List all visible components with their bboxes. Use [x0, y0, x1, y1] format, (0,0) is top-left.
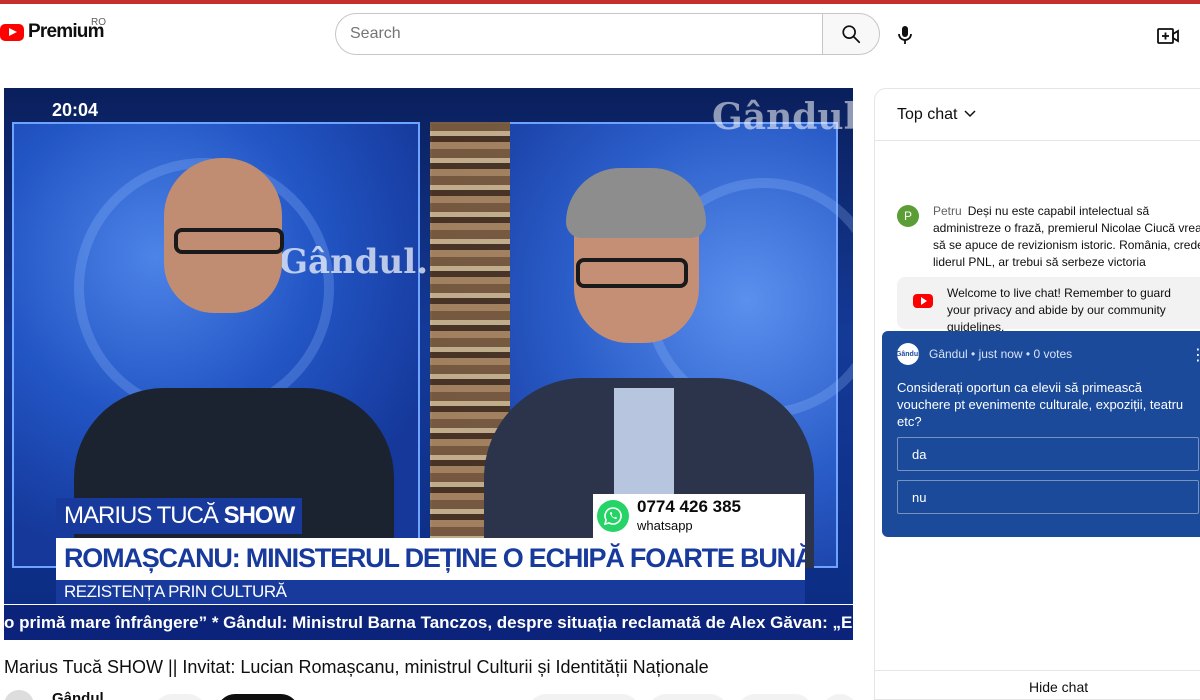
message-body: Petru Deși nu este capabil intelectual să…	[933, 203, 1200, 271]
chat-header: Top chat	[875, 89, 1200, 141]
lower-third-headline: ROMAȘCANU: MINISTERUL DEȚINE O ECHIPĂ FO…	[56, 538, 805, 580]
country-code: RO	[91, 17, 106, 28]
guest-glasses	[576, 258, 688, 288]
channel-avatar[interactable]	[4, 690, 34, 700]
poll-option-nu[interactable]: nu	[897, 480, 1199, 514]
chat-mode-label: Top chat	[897, 106, 958, 123]
more-actions-button[interactable]	[822, 694, 858, 700]
contact-label: whatsapp	[637, 518, 693, 533]
host-glasses	[174, 228, 284, 254]
broadcast-clock: 20:04	[52, 100, 99, 120]
contact-phone: 0774 426 385	[637, 497, 741, 516]
poll-card: Gândul Gândul • just now • 0 votes ⋮ Con…	[882, 331, 1200, 537]
search-icon	[842, 25, 861, 44]
show-name-banner: MARIUS TUCĂ SHOW	[56, 498, 303, 534]
subscribe-button[interactable]	[217, 694, 299, 700]
chat-mode-dropdown[interactable]: Top chat	[897, 106, 976, 124]
channel-row: Gândul	[4, 690, 864, 700]
channel-name[interactable]: Gândul	[52, 690, 104, 700]
poll-author-avatar: Gândul	[896, 343, 920, 365]
message-text: Deși nu este capabil intelectual să admi…	[933, 204, 1200, 269]
show-name-bold: SHOW	[223, 502, 296, 529]
channel-watermark: Gândul	[712, 96, 853, 138]
youtube-play-icon	[0, 23, 24, 41]
join-button[interactable]	[154, 694, 206, 700]
guest-hair	[566, 168, 706, 238]
like-button[interactable]	[528, 694, 640, 700]
chevron-down-icon	[964, 110, 976, 118]
more-vert-icon[interactable]: ⋮	[1190, 345, 1200, 365]
poll-question: Considerați oportun ca elevii să primeas…	[897, 380, 1184, 429]
hide-chat-button[interactable]: Hide chat	[1029, 679, 1088, 695]
poll-option-da[interactable]: da	[897, 437, 1199, 471]
share-button[interactable]	[648, 694, 728, 700]
whatsapp-icon	[597, 500, 629, 532]
search-box	[335, 13, 880, 55]
create-video-icon[interactable]	[1155, 23, 1181, 49]
download-button[interactable]	[737, 694, 813, 700]
welcome-banner: Welcome to live chat! Remember to guard …	[897, 277, 1200, 334]
live-chat-panel: Top chat P Petru Deși nu este capabil int…	[874, 88, 1200, 700]
poll-meta: Gândul • just now • 0 votes	[929, 347, 1073, 361]
video-player[interactable]: 20:04 Gândul Gândul. MARIUS TUCĂ SHOW 07…	[4, 88, 853, 640]
author-avatar[interactable]: P	[897, 205, 919, 227]
show-name-regular: MARIUS TUCĂ	[64, 502, 224, 529]
search-button[interactable]	[822, 13, 880, 55]
youtube-icon	[913, 294, 933, 308]
set-watermark: Gândul.	[279, 242, 429, 282]
welcome-text: Welcome to live chat! Remember to guard …	[947, 286, 1171, 334]
whatsapp-contact: 0774 426 385 whatsapp	[593, 494, 805, 538]
microphone-icon[interactable]	[893, 23, 917, 47]
chat-footer: Hide chat	[875, 670, 1200, 699]
lower-third-subheadline: REZISTENȚA PRIN CULTURĂ	[56, 580, 805, 604]
youtube-premium-logo[interactable]: Premium	[0, 21, 105, 43]
message-author[interactable]: Petru	[933, 204, 962, 218]
news-ticker: o primă mare înfrângere” * Gândul: Minis…	[4, 605, 853, 640]
video-title: Marius Tucă SHOW || Invitat: Lucian Roma…	[4, 657, 709, 677]
search-input[interactable]	[335, 13, 822, 55]
masthead: Premium RO	[0, 4, 1200, 62]
